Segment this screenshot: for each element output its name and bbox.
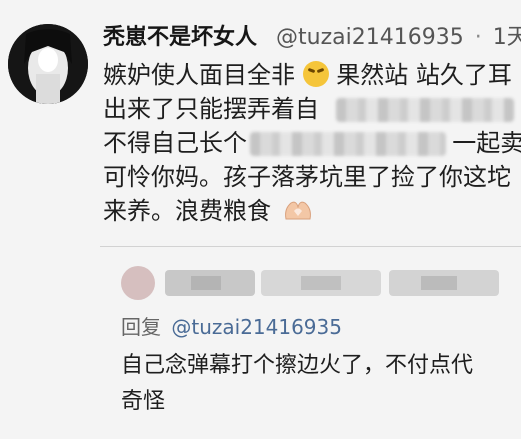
post-text-segment: 一起卖 [452,129,521,157]
reply-prefix: 回复 [121,315,161,339]
grinning-squint-face-icon [302,61,329,87]
user-handle[interactable]: @tuzai21416935 [276,25,464,50]
reply-mention-link[interactable]: @tuzai21416935 [171,315,342,339]
reply-text-line-2: 奇怪 [121,389,166,414]
reply-to-label: 回复 @tuzai21416935 [121,314,342,340]
post-text-line-5: 来养。浪费粮食 [103,196,313,228]
post-text-segment: 嫉妒使人面目全非 [103,61,295,89]
divider [100,246,521,247]
post-text-segment: 出来了只能摆弄着自 [103,95,319,123]
post-text-segment: 不得自己长个 [103,129,247,157]
avatar-image [8,24,88,104]
username[interactable]: 秃崽不是坏女人 [103,25,257,50]
redaction-blur [250,132,446,156]
avatar[interactable] [8,24,88,104]
post-header: 秃崽不是坏女人 @tuzai21416935 · 1天 [103,24,521,52]
reply-text-line-1: 自己念弹幕打个擦边火了，不付点代 [121,353,474,378]
separator-dot: · [474,25,482,50]
post-text-segment: 来养。浪费粮食 [103,197,271,225]
redaction-blur [336,98,514,122]
post-text-segment: 果然站 [336,61,409,89]
post-text-segment: 站久了耳 [415,61,512,89]
heart-hands-icon [283,198,313,228]
redacted-reply-header [121,266,499,300]
post-text-line-1: 嫉妒使人面目全非 果然站 站久了耳 [103,60,512,90]
post-text-line-4: 可怜你妈。孩子落茅坑里了捡了你这坨 [103,163,511,191]
post-time: 1天 [492,25,521,50]
